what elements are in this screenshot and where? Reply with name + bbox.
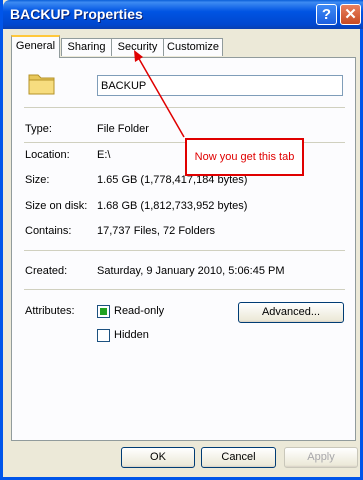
hidden-label[interactable]: Hidden [114,329,149,341]
ok-button[interactable]: OK [121,447,195,468]
folder-name-input[interactable] [97,75,343,96]
hidden-checkbox[interactable] [97,329,110,342]
type-value: File Folder [97,123,149,135]
created-value: Saturday, 9 January 2010, 5:06:45 PM [97,265,285,277]
contains-label: Contains: [25,225,72,237]
size-label: Size: [25,174,50,186]
location-value: E:\ [97,149,111,161]
location-label: Location: [25,149,70,161]
window-title: BACKUP Properties [10,6,143,22]
folder-icon [28,74,55,95]
annotation-callout: Now you get this tab [185,138,304,176]
advanced-button[interactable]: Advanced... [238,302,344,323]
size-on-disk-label: Size on disk: [25,200,88,212]
tab-customize[interactable]: Customize [163,38,223,56]
type-label: Type: [25,123,52,135]
properties-window: BACKUP Properties ? ✕ General Sharing Se… [0,0,363,480]
help-button[interactable]: ? [316,4,337,25]
title-bar[interactable]: BACKUP Properties ? ✕ [3,0,363,29]
size-on-disk-value: 1.68 GB (1,812,733,952 bytes) [97,200,248,212]
close-button[interactable]: ✕ [340,4,361,25]
separator [24,289,345,290]
tab-general[interactable]: General [11,35,60,58]
tab-security[interactable]: Security [111,38,164,56]
separator [24,107,345,108]
tab-sharing[interactable]: Sharing [61,38,112,56]
cancel-button[interactable]: Cancel [201,447,276,468]
separator [24,250,345,251]
general-panel: Type: File Folder Location: E:\ Size: 1.… [11,57,356,441]
created-label: Created: [25,265,68,277]
contains-value: 17,737 Files, 72 Folders [97,225,216,237]
readonly-label[interactable]: Read-only [114,305,164,317]
apply-button[interactable]: Apply [284,447,358,468]
readonly-checkbox[interactable] [97,305,110,318]
attributes-label: Attributes: [25,305,75,317]
